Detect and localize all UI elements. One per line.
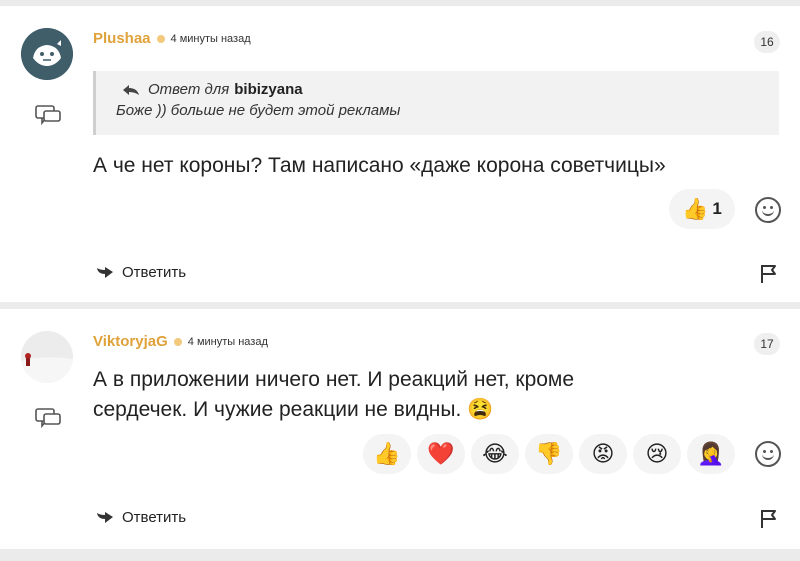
reply-button[interactable]: Ответить <box>96 264 186 281</box>
flag-icon[interactable] <box>760 264 778 284</box>
comment-card: ViktoryjaG 4 минуты назад 17 А в приложе… <box>0 309 800 549</box>
thumbs-up-reaction[interactable]: 👍 1 <box>669 189 735 229</box>
author-name[interactable]: ViktoryjaG <box>93 333 168 350</box>
comment-bubble-icon[interactable] <box>34 407 62 429</box>
quoted-reply[interactable]: Ответ для bibizyana Боже )) больше не бу… <box>93 71 779 135</box>
flag-icon[interactable] <box>760 509 778 529</box>
quote-recipient[interactable]: bibizyana <box>234 81 302 98</box>
comment-text-line: сердечек. И чужие реакции не видны. 😫 <box>93 398 494 421</box>
add-reaction-icon[interactable] <box>755 441 781 467</box>
quote-prefix: Ответ для <box>148 81 230 98</box>
reply-label: Ответить <box>122 509 187 526</box>
reaction-heart[interactable]: ❤️ <box>417 434 465 474</box>
tired-face-emoji: 😫 <box>467 398 494 421</box>
avatar[interactable] <box>21 331 73 383</box>
online-dot <box>173 337 182 346</box>
thumbs-up-icon: 👍 <box>682 196 709 221</box>
reaction-facepalm[interactable]: 🤦‍♀️ <box>687 434 735 474</box>
comment-text-line: А в приложении ничего нет. И реакций нет… <box>93 368 575 391</box>
reaction-thumbs-up[interactable]: 👍 <box>363 434 411 474</box>
reply-button[interactable]: Ответить <box>96 509 186 526</box>
comment-bubble-icon[interactable] <box>34 104 62 126</box>
comment-card: Plushaa 4 минуты назад 16 Ответ для bibi… <box>0 6 800 302</box>
reply-arrow-icon <box>123 84 139 95</box>
avatar[interactable] <box>21 28 73 80</box>
comment-meta: ViktoryjaG 4 минуты назад <box>93 333 268 350</box>
reply-label: Ответить <box>122 264 187 281</box>
add-reaction-icon[interactable] <box>755 197 781 223</box>
reply-arrow-icon <box>97 266 113 278</box>
reply-arrow-icon <box>97 511 113 523</box>
online-dot <box>156 34 165 43</box>
quote-text: Боже )) больше не будет этой рекламы <box>116 102 401 119</box>
comment-text: А че нет короны? Там написано «даже коро… <box>93 154 666 177</box>
reaction-laugh[interactable]: 😂 <box>471 434 519 474</box>
timestamp: 4 минуты назад <box>187 335 268 348</box>
author-name[interactable]: Plushaa <box>93 30 151 47</box>
comment-text: А в приложении ничего нет. И реакций нет… <box>93 365 574 425</box>
reaction-thumbs-down[interactable]: 👎 <box>525 434 573 474</box>
comment-number: 17 <box>754 333 780 355</box>
comment-number: 16 <box>754 31 780 53</box>
reaction-count: 1 <box>712 199 722 218</box>
reaction-angry[interactable]: 😡 <box>579 434 627 474</box>
reaction-crying[interactable]: 😢 <box>633 434 681 474</box>
comment-meta: Plushaa 4 минуты назад <box>93 30 251 47</box>
timestamp: 4 минуты назад <box>170 32 251 45</box>
